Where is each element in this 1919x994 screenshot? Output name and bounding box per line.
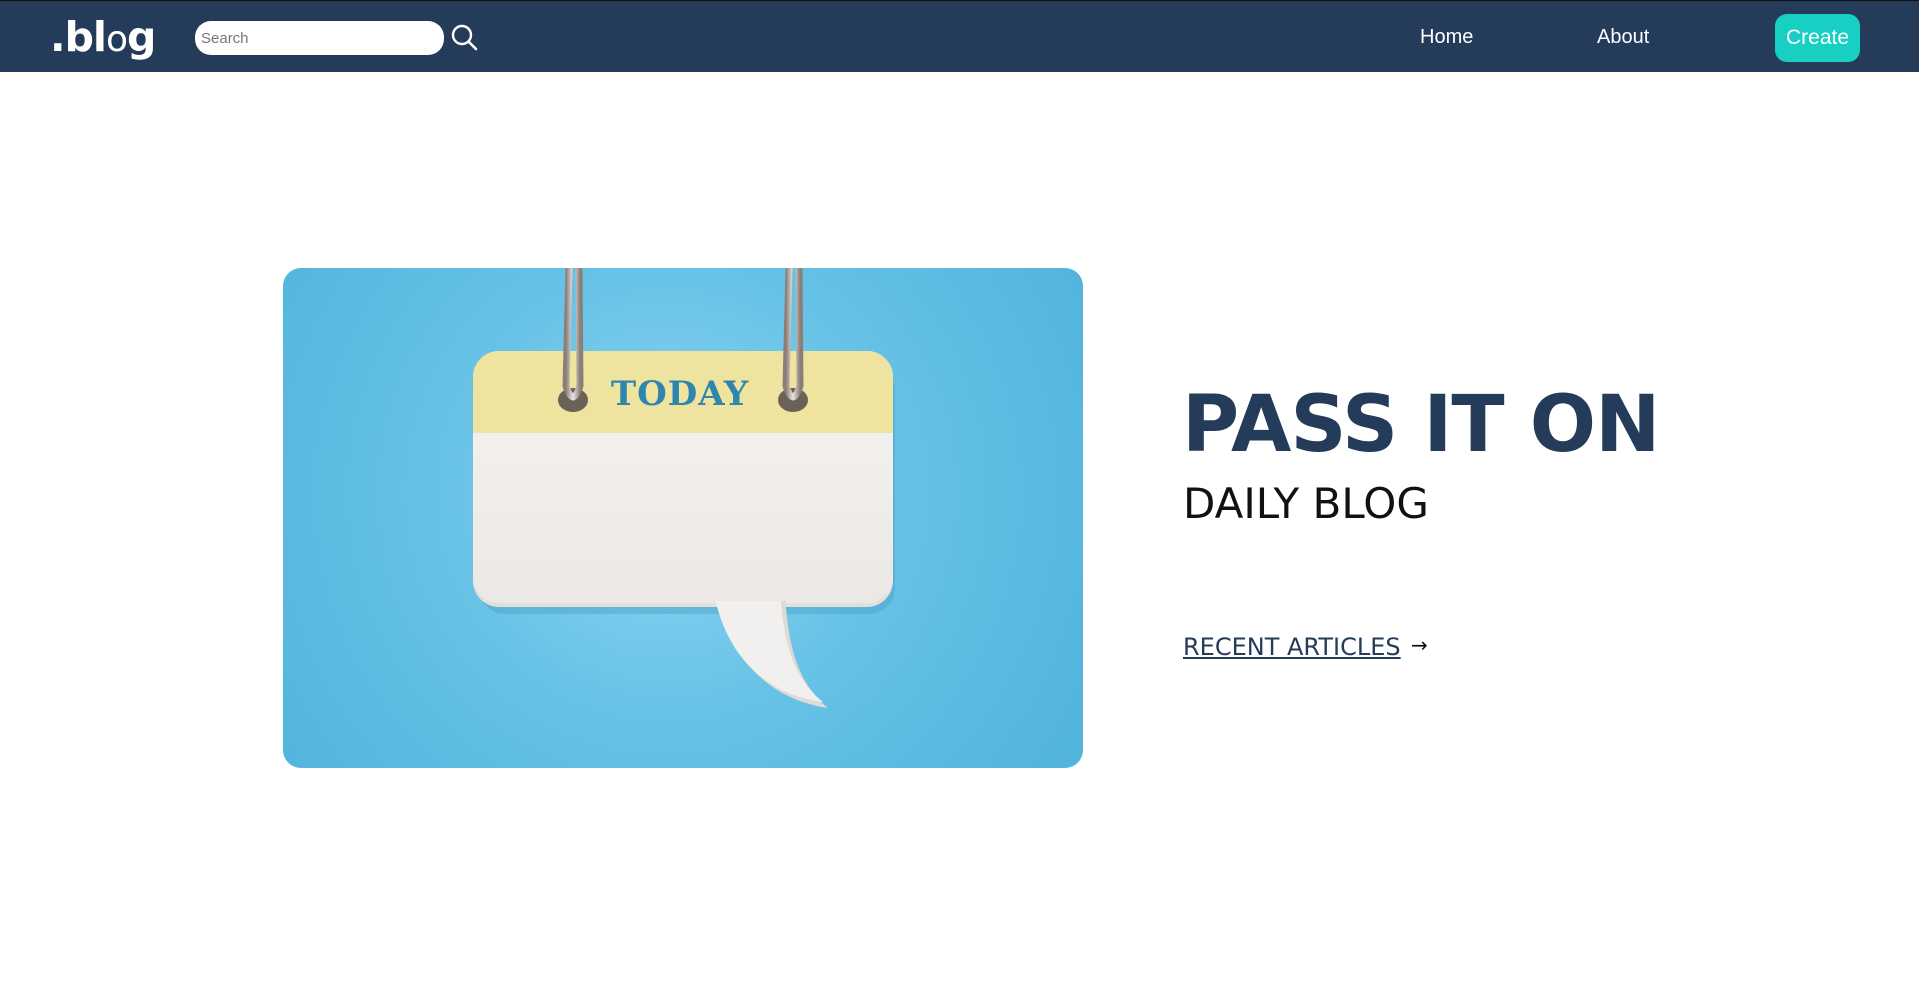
nav-home-link[interactable]: Home <box>1420 25 1473 49</box>
logo-text: .bl <box>50 13 107 61</box>
arrow-right-icon: → <box>1411 633 1428 657</box>
logo-o: o <box>105 19 128 60</box>
nav-about-link[interactable]: About <box>1597 25 1649 49</box>
search-icon <box>451 24 478 51</box>
navbar: .blog Home About Create <box>0 0 1919 72</box>
search-input[interactable] <box>195 21 444 55</box>
calendar-caption: TODAY <box>611 374 749 414</box>
hero-subtitle: DAILY BLOG <box>1183 479 1429 528</box>
site-logo[interactable]: .blog <box>50 13 156 64</box>
create-button[interactable]: Create <box>1775 14 1860 62</box>
logo-g: g <box>127 13 156 61</box>
recent-articles-link[interactable]: RECENT ARTICLES <box>1183 631 1401 663</box>
hero-image: TODAY <box>283 268 1083 768</box>
hero-title: PASS IT ON <box>1182 380 1660 470</box>
calendar-speech-bubble-icon: TODAY <box>473 268 895 708</box>
search-button[interactable] <box>450 23 480 53</box>
